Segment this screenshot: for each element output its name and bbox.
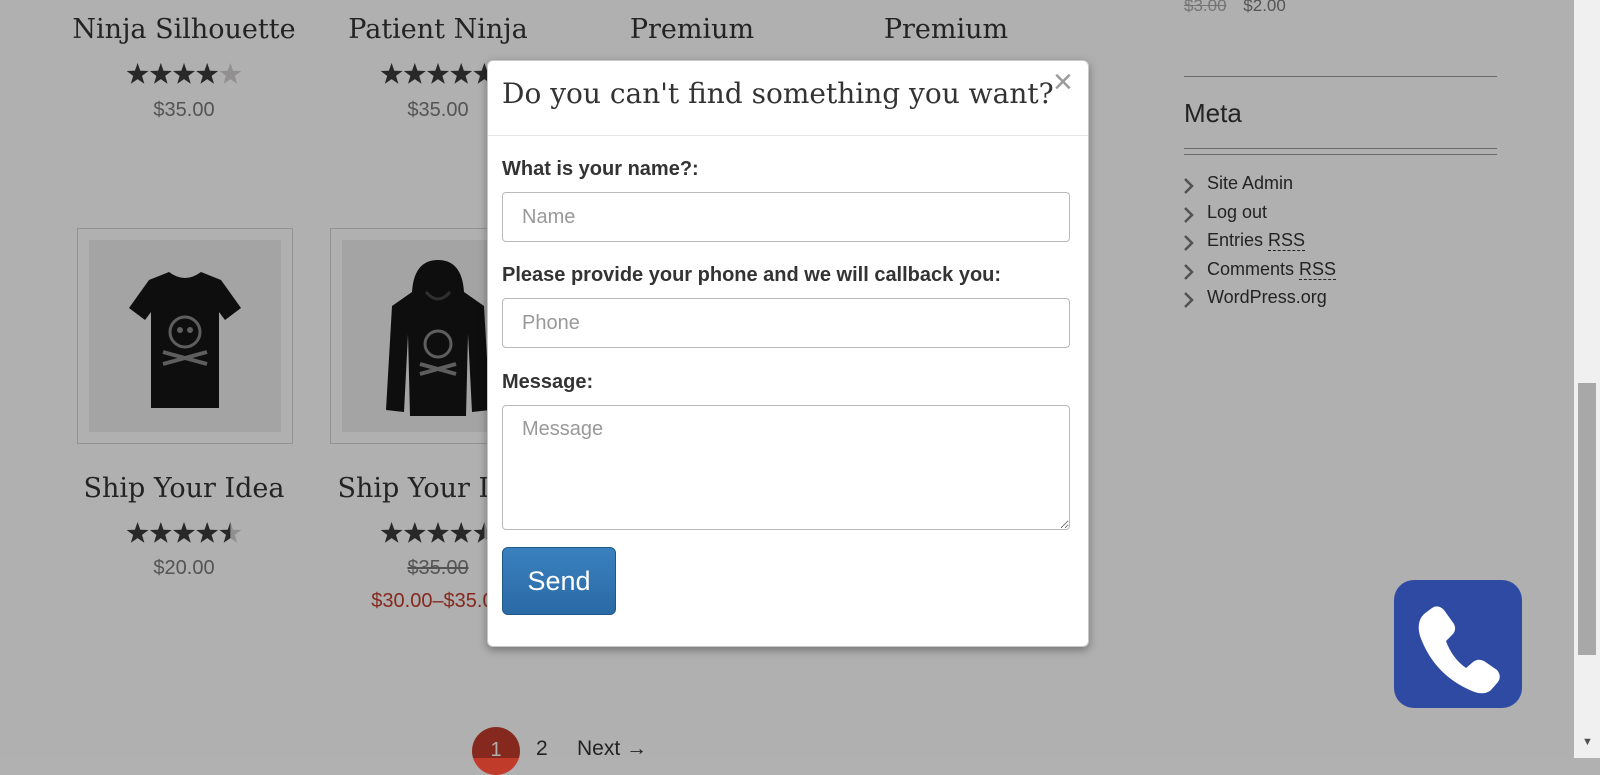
callback-phone-button[interactable] — [1394, 580, 1522, 708]
modal-header: Do you can't find something you want? × — [488, 61, 1088, 136]
message-textarea[interactable] — [502, 405, 1070, 530]
modal-title: Do you can't find something you want? — [502, 77, 1054, 110]
scrollbar[interactable]: ▼ — [1574, 0, 1600, 758]
phone-icon — [1418, 606, 1500, 694]
message-label: Message: — [502, 371, 594, 393]
scroll-down-arrow-icon[interactable]: ▼ — [1582, 736, 1593, 748]
phone-input[interactable] — [502, 298, 1070, 348]
phone-label: Please provide your phone and we will ca… — [502, 264, 1002, 286]
callback-modal: Do you can't find something you want? × … — [487, 60, 1089, 647]
close-icon[interactable]: × — [1053, 63, 1073, 102]
name-input[interactable] — [502, 192, 1070, 242]
name-label: What is your name?: — [502, 158, 699, 180]
send-button[interactable]: Send — [502, 547, 616, 615]
scrollbar-thumb[interactable] — [1578, 383, 1596, 655]
